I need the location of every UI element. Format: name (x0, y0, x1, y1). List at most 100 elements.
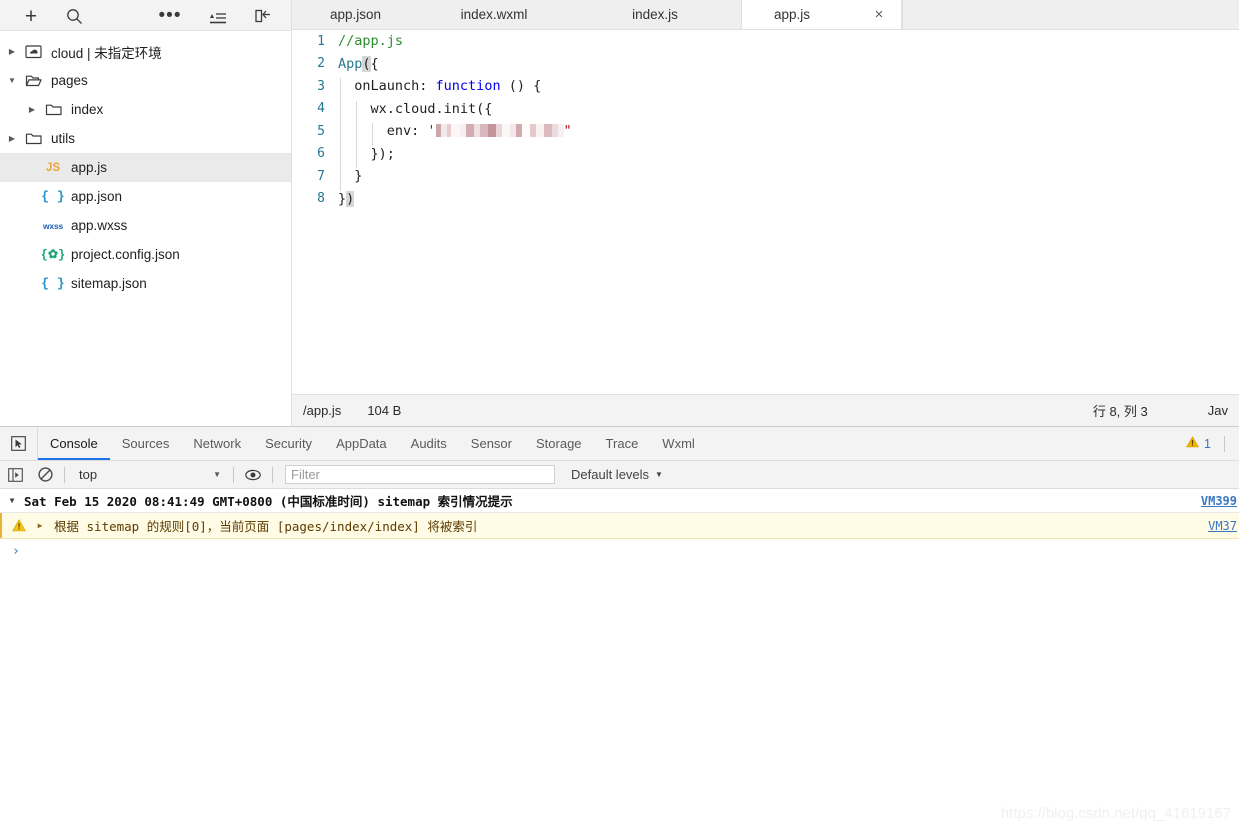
redacted-env-value: ' (427, 123, 435, 139)
console-source-link[interactable]: VM399 (1201, 494, 1237, 508)
tab-label: Sources (122, 436, 170, 451)
code-line: 2 App({ (292, 53, 1239, 76)
tab-label: index.js (632, 7, 678, 22)
expander-triangle-down-icon[interactable]: ▼ (0, 496, 24, 505)
code-line: 7 } (292, 165, 1239, 188)
devtools-tab-wxml[interactable]: Wxml (650, 427, 707, 460)
tree-item-sitemap-json[interactable]: ▶ { } sitemap.json (0, 269, 291, 298)
tabbar-empty-area (902, 0, 1239, 29)
devtools-tab-storage[interactable]: Storage (524, 427, 594, 460)
inspect-element-icon[interactable] (0, 427, 38, 460)
chevron-down-icon[interactable]: ▼ (4, 66, 20, 95)
wxss-file-icon: wxss (40, 211, 66, 240)
devtools-tab-audits[interactable]: Audits (399, 427, 459, 460)
line-number: 1 (292, 34, 338, 49)
json-file-icon: { } (40, 269, 66, 298)
line-text: //app.js (338, 33, 403, 49)
warning-count-badge[interactable]: 1 (1172, 427, 1239, 460)
live-expression-icon[interactable] (238, 461, 268, 489)
tree-item-app-js[interactable]: ▶ JS app.js (0, 153, 291, 182)
line-number: 7 (292, 169, 338, 184)
console-filter-input[interactable] (285, 465, 555, 484)
add-file-icon[interactable]: + (18, 3, 44, 29)
divider (272, 467, 273, 483)
sidebar-toolbar: + ••• (0, 0, 291, 31)
status-language[interactable]: Jav (1208, 403, 1239, 418)
tab-label: app.json (330, 7, 381, 22)
file-tree: ▶ cloud | 未指定环境 ▼ (0, 31, 291, 298)
console-messages[interactable]: ▼ Sat Feb 15 2020 08:41:49 GMT+0800 (中国标… (0, 489, 1239, 824)
chevron-down-icon: ▼ (213, 470, 221, 479)
code-line: 1 //app.js (292, 30, 1239, 53)
console-message-text: 根据 sitemap 的规则[0]，当前页面 [pages/index/inde… (48, 516, 477, 535)
tab-label: Trace (606, 436, 639, 451)
chevron-down-icon: ▼ (655, 470, 663, 479)
clear-console-icon[interactable] (30, 461, 60, 489)
tab-label: Sensor (471, 436, 512, 451)
devtools-tab-sources[interactable]: Sources (110, 427, 182, 460)
editor-tab-index-wxml[interactable]: index.wxml (419, 0, 569, 29)
tree-item-cloud[interactable]: ▶ cloud | 未指定环境 (0, 37, 291, 66)
editor-tab-app-js[interactable]: app.js × (741, 0, 902, 29)
chevron-right-icon[interactable]: ▶ (24, 95, 40, 124)
console-input-prompt[interactable]: › (0, 539, 1239, 563)
devtools-tab-appdata[interactable]: AppData (324, 427, 399, 460)
line-number: 3 (292, 79, 338, 94)
warning-triangle-icon (6, 519, 32, 532)
editor-tab-index-js[interactable]: index.js (569, 0, 741, 29)
tree-item-index[interactable]: ▶ index (0, 95, 291, 124)
tree-item-utils[interactable]: ▶ utils (0, 124, 291, 153)
folder-icon (40, 95, 66, 124)
levels-label: Default levels (571, 467, 649, 482)
tree-item-label: app.js (66, 160, 107, 175)
tree-item-pages[interactable]: ▼ pages (0, 66, 291, 95)
tree-item-app-json[interactable]: ▶ { } app.json (0, 182, 291, 211)
line-number: 5 (292, 124, 338, 139)
tree-item-label: app.json (66, 189, 122, 204)
devtools-tab-network[interactable]: Network (181, 427, 253, 460)
console-context-select[interactable]: top ▼ (69, 467, 229, 482)
divider (64, 467, 65, 483)
close-icon[interactable]: × (871, 7, 887, 23)
console-group-row[interactable]: ▼ Sat Feb 15 2020 08:41:49 GMT+0800 (中国标… (0, 489, 1239, 513)
tab-label: AppData (336, 436, 387, 451)
editor-tab-app-json[interactable]: app.json (292, 0, 419, 29)
code-line: 6 }); (292, 143, 1239, 166)
devtools-tab-sensor[interactable]: Sensor (459, 427, 524, 460)
console-filterbar: top ▼ Default levels ▼ (0, 461, 1239, 489)
collapse-sidebar-icon[interactable] (250, 3, 276, 29)
status-cursor-position[interactable]: 行 8, 列 3 (1093, 401, 1208, 420)
outline-icon[interactable] (205, 3, 231, 29)
console-sidebar-icon[interactable] (0, 461, 30, 489)
statusbar-right: 行 8, 列 3 Jav (1093, 401, 1239, 420)
expander-triangle-right-icon[interactable]: ▶ (32, 521, 48, 530)
devtools-tab-console[interactable]: Console (38, 427, 110, 460)
folder-icon (20, 124, 46, 153)
tab-label: app.js (774, 7, 810, 22)
js-file-icon: JS (40, 153, 66, 182)
warning-count: 1 (1204, 437, 1211, 451)
json-file-icon: { } (40, 182, 66, 211)
cloud-folder-icon (20, 37, 46, 66)
ellipsis-icon[interactable]: ••• (157, 3, 183, 29)
chevron-right-icon[interactable]: ▶ (4, 124, 20, 153)
divider (233, 467, 234, 483)
tree-item-project-config[interactable]: ▶ {✿} project.config.json (0, 240, 291, 269)
tab-label: index.wxml (461, 7, 528, 22)
code-content[interactable]: 1 //app.js 2 App({ 3 onLaunch: function … (292, 30, 1239, 394)
tab-label: Wxml (662, 436, 695, 451)
tree-item-app-wxss[interactable]: ▶ wxss app.wxss (0, 211, 291, 240)
devtools-tab-security[interactable]: Security (253, 427, 324, 460)
redacted-env-mosaic (436, 124, 564, 137)
search-icon[interactable] (61, 3, 87, 29)
console-source-link[interactable]: VM37 (1208, 519, 1237, 533)
folder-open-icon (20, 66, 46, 95)
devtools-tab-trace[interactable]: Trace (594, 427, 651, 460)
line-number: 2 (292, 56, 338, 71)
console-levels-dropdown[interactable]: Default levels ▼ (571, 467, 663, 482)
console-warning-row[interactable]: ▶ 根据 sitemap 的规则[0]，当前页面 [pages/index/in… (0, 513, 1239, 539)
chevron-right-icon[interactable]: ▶ (4, 37, 20, 66)
console-message-text: Sat Feb 15 2020 08:41:49 GMT+0800 (中国标准时… (24, 491, 513, 510)
status-file-size: 104 B (341, 403, 401, 418)
tab-label: Console (50, 436, 98, 451)
